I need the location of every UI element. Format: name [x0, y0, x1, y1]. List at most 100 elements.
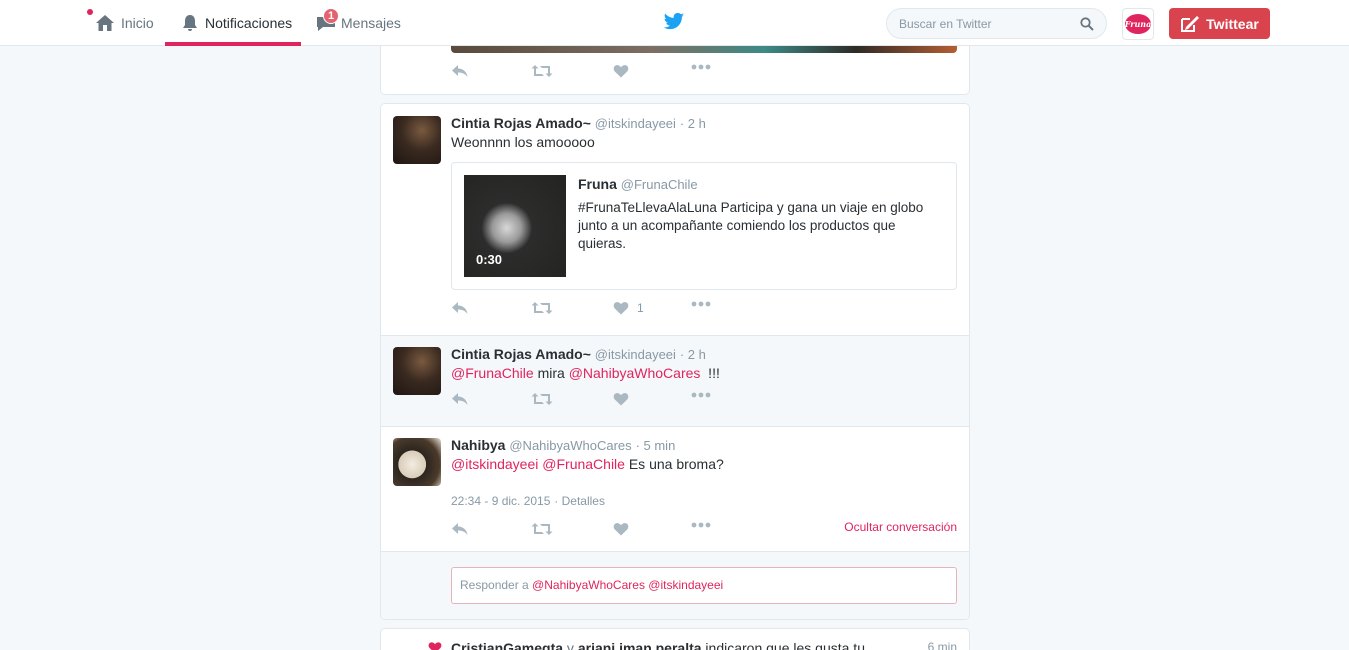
active-tab-indicator [165, 42, 301, 46]
retweet-action[interactable] [531, 522, 553, 536]
heart-icon [613, 523, 629, 536]
top-navigation-bar: Inicio Notificaciones Mensajes 1 Fruna T… [0, 0, 1349, 46]
retweet-icon [531, 302, 553, 314]
retweet-action[interactable] [531, 392, 553, 406]
heart-icon [613, 65, 629, 78]
retweet-icon [531, 393, 553, 405]
retweet-icon [531, 65, 553, 77]
text-fragment: Es una broma? [624, 456, 724, 472]
tweet-button-label: Twittear [1206, 15, 1259, 32]
details-link[interactable]: · Detalles [554, 494, 605, 508]
tweet-text: Weonnnn los amooooo [451, 134, 595, 150]
quoted-user-handle: @FrunaChile [620, 177, 698, 192]
nav-messages-label: Mensajes [341, 15, 401, 31]
notification-user[interactable]: CristianGamegta [451, 640, 563, 650]
reply-area: Responder a @NahibyaWhoCares @itskindaye… [381, 552, 969, 619]
like-action[interactable] [613, 392, 629, 406]
notification-text: CristianGamegta y ariani iman peralta in… [451, 640, 865, 650]
messages-count-badge: 1 [323, 8, 339, 24]
user-name[interactable]: Nahibya [451, 437, 505, 453]
reply-action[interactable] [451, 522, 469, 536]
text-fragment: !!! [700, 365, 720, 381]
compose-icon [1181, 15, 1200, 32]
more-action[interactable] [691, 301, 711, 307]
avatar[interactable] [393, 438, 441, 486]
notification-card[interactable]: CristianGamegta y ariani iman peralta in… [380, 628, 970, 650]
tweet[interactable]: Cintia Rojas Amado~ @itskindayeei · 2 h … [381, 104, 969, 335]
user-name[interactable]: Cintia Rojas Amado~ [451, 346, 591, 362]
bell-icon [183, 15, 197, 31]
retweet-action[interactable] [531, 301, 553, 315]
quoted-tweet[interactable]: 0:30 Fruna @FrunaChile #FrunaTeLlevaAlaL… [451, 162, 957, 290]
reply-action[interactable] [451, 392, 469, 406]
retweet-action[interactable] [531, 64, 553, 78]
search-input[interactable] [899, 16, 1080, 31]
tweet-header: Cintia Rojas Amado~ @itskindayeei · 2 h [451, 346, 706, 362]
more-icon [691, 522, 711, 528]
tweet-header: Nahibya @NahibyaWhoCares · 5 min [451, 437, 675, 453]
hide-conversation-link[interactable]: Ocultar conversación [844, 520, 957, 534]
profile-avatar[interactable]: Fruna [1122, 8, 1154, 40]
tweet-header: Cintia Rojas Amado~ @itskindayeei · 2 h [451, 115, 706, 131]
nav-notifications[interactable]: Notificaciones [181, 0, 292, 46]
video-duration: 0:30 [476, 252, 503, 267]
mention-link[interactable]: @FrunaChile [451, 365, 534, 381]
nav-home-label: Inicio [121, 15, 154, 31]
more-action[interactable] [691, 64, 711, 70]
mention-link[interactable]: @itskindayeei [451, 456, 538, 472]
new-activity-dot [87, 9, 93, 15]
reply-action[interactable] [451, 64, 469, 78]
reply-mention: @NahibyaWhoCares [532, 578, 645, 592]
reply-icon [452, 65, 468, 77]
more-action[interactable] [691, 522, 711, 528]
fruna-logo: Fruna [1125, 14, 1151, 34]
search-icon[interactable] [1080, 16, 1094, 31]
conversation-card: Cintia Rojas Amado~ @itskindayeei · 2 h … [380, 103, 970, 620]
notification-time: 6 min [927, 640, 957, 650]
reply-icon [452, 393, 468, 405]
tweet-time[interactable]: · 2 h [680, 347, 706, 362]
text-fragment: y [563, 640, 578, 650]
tweet[interactable]: Cintia Rojas Amado~ @itskindayeei · 2 h … [381, 336, 969, 426]
text-fragment: mira [533, 365, 569, 381]
tweet-text: @itskindayeei @FrunaChile Es una broma? [451, 455, 724, 474]
notification-user[interactable]: ariani iman peralta [578, 640, 702, 650]
reply-input[interactable]: Responder a @NahibyaWhoCares @itskindaye… [451, 567, 957, 604]
nav-notifications-label: Notificaciones [205, 15, 293, 31]
like-action[interactable]: 1 [613, 301, 644, 315]
tweet-time[interactable]: · 5 min [636, 438, 676, 453]
heart-icon [613, 302, 629, 315]
avatar[interactable] [393, 347, 441, 395]
user-name[interactable]: Cintia Rojas Amado~ [451, 115, 591, 131]
retweet-icon [531, 523, 553, 535]
like-action[interactable] [613, 522, 629, 536]
tweet-date[interactable]: 22:34 - 9 dic. 2015 [451, 494, 550, 508]
reply-prefix: Responder a [460, 578, 533, 592]
more-action[interactable] [691, 392, 711, 398]
quoted-user-name: Fruna [578, 176, 617, 192]
heart-icon [613, 393, 629, 406]
expanded-tweet[interactable]: Nahibya @NahibyaWhoCares · 5 min @itskin… [381, 427, 969, 551]
reply-action[interactable] [451, 301, 469, 315]
user-handle[interactable]: @NahibyaWhoCares [509, 438, 631, 453]
mention-link[interactable]: @NahibyaWhoCares [569, 365, 701, 381]
more-icon [691, 301, 711, 307]
video-thumbnail[interactable]: 0:30 [464, 175, 566, 277]
tweet-time[interactable]: · 2 h [680, 116, 706, 131]
search-box[interactable] [886, 8, 1107, 39]
tweet-button[interactable]: Twittear [1169, 8, 1270, 39]
nav-home[interactable]: Inicio [95, 0, 154, 46]
mention-link[interactable]: @FrunaChile [542, 456, 625, 472]
quoted-tweet-header: Fruna @FrunaChile [578, 176, 698, 192]
twitter-bird-icon[interactable] [663, 12, 685, 32]
avatar[interactable] [393, 116, 441, 164]
user-handle[interactable]: @itskindayeei [595, 347, 676, 362]
tweet-text: @FrunaChile mira @NahibyaWhoCares !!! [451, 364, 720, 383]
reply-icon [452, 302, 468, 314]
quoted-tweet-text: #FrunaTeLlevaAlaLuna Participa y gana un… [578, 200, 924, 251]
user-handle[interactable]: @itskindayeei [595, 116, 676, 131]
more-icon [691, 64, 711, 70]
heart-notification-icon [428, 642, 442, 650]
like-action[interactable] [613, 64, 629, 78]
text-fragment: indicaron que les gusta tu [701, 640, 865, 650]
